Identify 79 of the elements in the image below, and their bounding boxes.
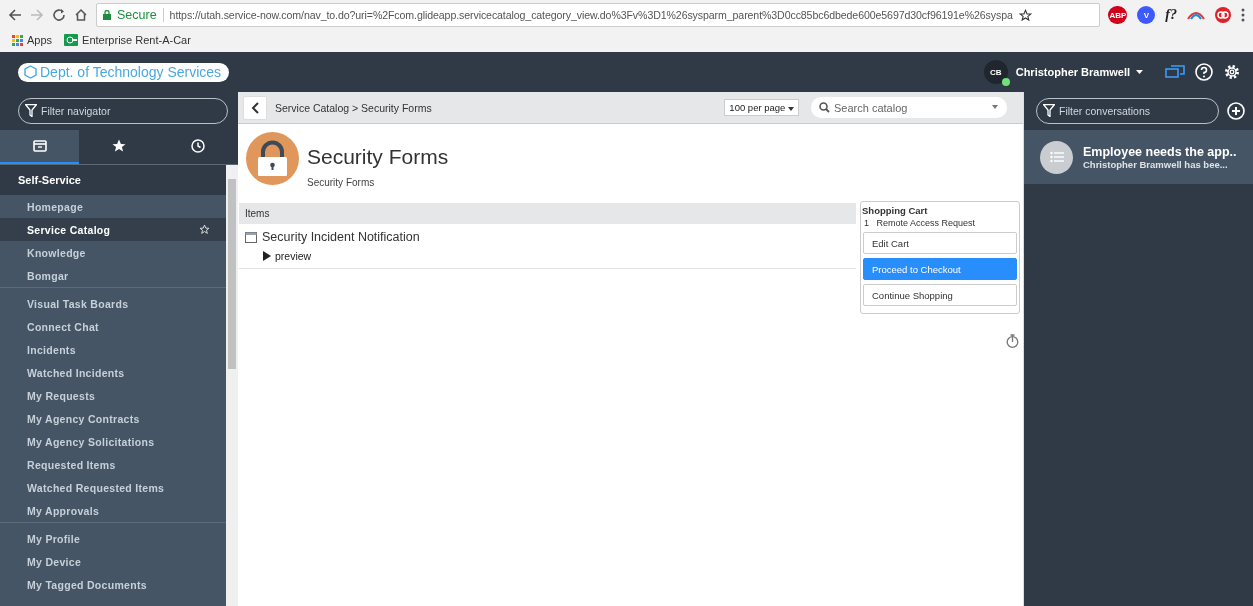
bookmark-link[interactable]: Enterprise Rent-A-Car	[64, 34, 191, 46]
search-catalog-field[interactable]: Search catalog	[811, 97, 1007, 118]
address-bar[interactable]: Secure https://utah.service-now.com/nav_to.do?uri=%2Fcom.glideapp.servicecatalog_category_view.do%3Fv%3D1%26sysparm_parent%3D0cc85bc6dbede600e5697d30cf96191e%26syspa	[96, 3, 1101, 27]
stopwatch-icon[interactable]	[1006, 334, 1019, 348]
preview-toggle[interactable]: preview	[263, 250, 312, 262]
navigator-item[interactable]: Knowledge	[0, 241, 226, 264]
rainbow-arc-icon[interactable]	[1187, 10, 1205, 20]
filter-icon	[1043, 104, 1055, 117]
clock-icon	[191, 139, 206, 153]
archive-icon	[32, 140, 47, 152]
caret-icon	[1136, 70, 1143, 74]
module-heading[interactable]: Self-Service	[0, 165, 226, 195]
back-arrow-icon[interactable]	[8, 8, 22, 22]
chevron-left-icon	[251, 101, 259, 114]
scrollbar[interactable]	[226, 165, 238, 606]
conversation-item[interactable]: Employee needs the app.. Christopher Bramwell has bee...	[1024, 130, 1253, 184]
catalog-item-link[interactable]: Security Incident Notification	[245, 230, 856, 244]
navigator-item[interactable]: Watched Requested Items	[0, 476, 226, 499]
navigator-item[interactable]: Homepage	[0, 195, 226, 218]
star-icon	[112, 139, 126, 152]
navigator-item[interactable]: My Requests	[0, 384, 226, 407]
reload-icon[interactable]	[52, 8, 66, 22]
category-subtitle: Security Forms	[307, 177, 376, 188]
navigator-item[interactable]: Requested Items	[0, 453, 226, 476]
filter-conversations-field[interactable]: Filter conversations	[1036, 98, 1219, 124]
bookmark-star-icon[interactable]	[1018, 8, 1032, 22]
chat-bubbles-icon[interactable]	[1165, 64, 1185, 80]
navigator-item[interactable]: My Agency Contracts	[0, 407, 226, 430]
url-text: https://utah.service-now.com/nav_to.do?uri=%2Fcom.glideapp.servicecatalog_category_view.do%3Fv%3D1%26sysparm_parent%3D0cc85bc6dbede600e5697d30cf96191e%26syspa	[169, 8, 1013, 22]
navigator-item[interactable]: My Tagged Documents	[0, 573, 226, 596]
search-icon	[819, 102, 830, 113]
navigator-item[interactable]: My Profile	[0, 527, 226, 550]
user-menu[interactable]: Christopher Bramwell	[1015, 66, 1143, 78]
cart-title: Shopping Cart	[862, 205, 929, 216]
lock-icon	[103, 10, 111, 20]
items-header: Items	[239, 203, 856, 224]
home-icon[interactable]	[74, 8, 88, 22]
category-title: Security Forms	[307, 145, 449, 169]
help-icon[interactable]	[1195, 63, 1213, 81]
back-button[interactable]	[243, 95, 267, 120]
cart-entry: 1 Remote Access Request	[864, 218, 977, 228]
form-icon	[245, 231, 257, 243]
favorite-star-icon[interactable]	[199, 224, 210, 235]
secure-label: Secure	[117, 8, 157, 22]
navigator-item[interactable]: My Agency Solicitations	[0, 430, 226, 453]
extension-icon[interactable]: ABP	[1108, 6, 1128, 24]
bookmark-link[interactable]: Apps	[12, 34, 53, 46]
extension-icon[interactable]: f?	[1165, 7, 1177, 23]
padlock-icon	[246, 132, 299, 185]
navigator-item[interactable]: Incidents	[0, 338, 226, 361]
per-page-dropdown[interactable]: 100 per page	[724, 99, 799, 116]
user-avatar[interactable]: CB	[983, 60, 1008, 84]
add-icon[interactable]	[1227, 102, 1245, 120]
settings-icon[interactable]	[1223, 63, 1241, 81]
navigator-item[interactable]: Visual Task Boards	[0, 292, 226, 315]
list-avatar-icon	[1040, 140, 1073, 174]
navigator-tab[interactable]	[0, 130, 80, 164]
triangle-right-icon	[263, 251, 271, 261]
cart-button[interactable]: Proceed to Checkout	[863, 258, 1017, 280]
navigator-item[interactable]: Connect Chat	[0, 315, 226, 338]
logo-pill[interactable]: Dept. of Technology Services	[18, 62, 230, 82]
navigator-item[interactable]: Service Catalog	[0, 218, 226, 241]
ring-icon[interactable]	[1215, 7, 1231, 23]
breadcrumb[interactable]: Service Catalog > Security Forms	[275, 101, 432, 114]
extension-icon[interactable]: V	[1137, 6, 1156, 24]
hexagon-icon	[24, 65, 37, 79]
cart-button[interactable]: Edit Cart	[863, 232, 1017, 254]
caret-icon[interactable]	[992, 105, 998, 109]
navigator-item[interactable]: My Approvals	[0, 499, 226, 522]
site-favicon-icon	[64, 34, 79, 46]
cart-button[interactable]: Continue Shopping	[863, 284, 1017, 306]
navigator-item[interactable]: My Device	[0, 550, 226, 573]
filter-navigator-field[interactable]: Filter navigator	[18, 98, 228, 124]
caret-icon	[788, 107, 794, 111]
filter-icon	[25, 104, 37, 117]
apps-grid-icon	[12, 34, 23, 46]
more-options-icon[interactable]	[1241, 8, 1245, 22]
navigator-item[interactable]: Watched Incidents	[0, 361, 226, 384]
navigator-item[interactable]: Bomgar	[0, 264, 226, 287]
